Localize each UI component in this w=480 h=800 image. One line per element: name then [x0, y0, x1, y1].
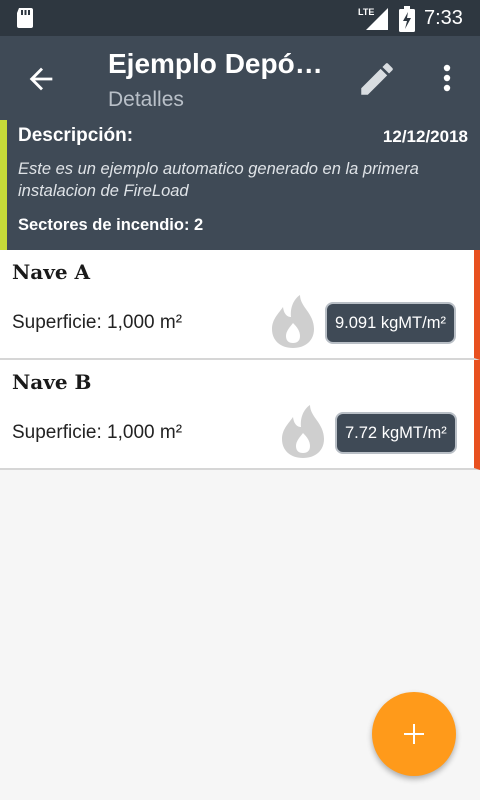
- back-arrow-icon[interactable]: [24, 62, 58, 96]
- sector-name: Nave A: [12, 260, 91, 284]
- sector-item-nave-a[interactable]: Nave A Superficie: 1,000 m² 9.091 kgMT/m…: [0, 250, 480, 360]
- network-type-label: LTE: [358, 7, 374, 17]
- status-time: 7:33: [424, 7, 463, 29]
- fire-load-badge: 7.72 kgMT/m²: [335, 412, 457, 454]
- page-subtitle: Detalles: [108, 88, 184, 111]
- sd-card-icon: [17, 8, 33, 28]
- lte-signal-icon: LTE: [358, 7, 388, 30]
- flame-icon: [282, 405, 324, 458]
- description-label: Descripción:: [18, 125, 134, 146]
- description-text: Este es un ejemplo automatico generado e…: [18, 160, 419, 200]
- add-sector-button[interactable]: [372, 692, 456, 776]
- add-icon: [404, 724, 424, 744]
- sector-area: Superficie: 1,000 m²: [12, 422, 183, 443]
- sector-name: Nave B: [12, 370, 92, 394]
- sector-list: Nave A Superficie: 1,000 m² 9.091 kgMT/m…: [0, 250, 480, 470]
- sector-item-nave-b[interactable]: Nave B Superficie: 1,000 m² 7.72 kgMT/m²: [0, 360, 480, 470]
- flame-icon: [272, 295, 314, 348]
- description-panel: Descripción: 12/12/2018 Este es un ejemp…: [0, 120, 480, 250]
- battery-charging-icon: [399, 6, 415, 32]
- fire-load-badge: 9.091 kgMT/m²: [325, 302, 456, 344]
- page-title: Ejemplo Depó…: [108, 48, 323, 79]
- description-date: 12/12/2018: [382, 127, 468, 146]
- sectors-count: Sectores de incendio: 2: [18, 216, 204, 234]
- app-toolbar: Ejemplo Depó… Detalles: [0, 36, 480, 120]
- sector-area: Superficie: 1,000 m²: [12, 312, 183, 333]
- more-vert-icon[interactable]: [432, 60, 462, 96]
- status-bar: LTE 7:33: [0, 0, 480, 36]
- edit-pencil-icon[interactable]: [356, 58, 398, 100]
